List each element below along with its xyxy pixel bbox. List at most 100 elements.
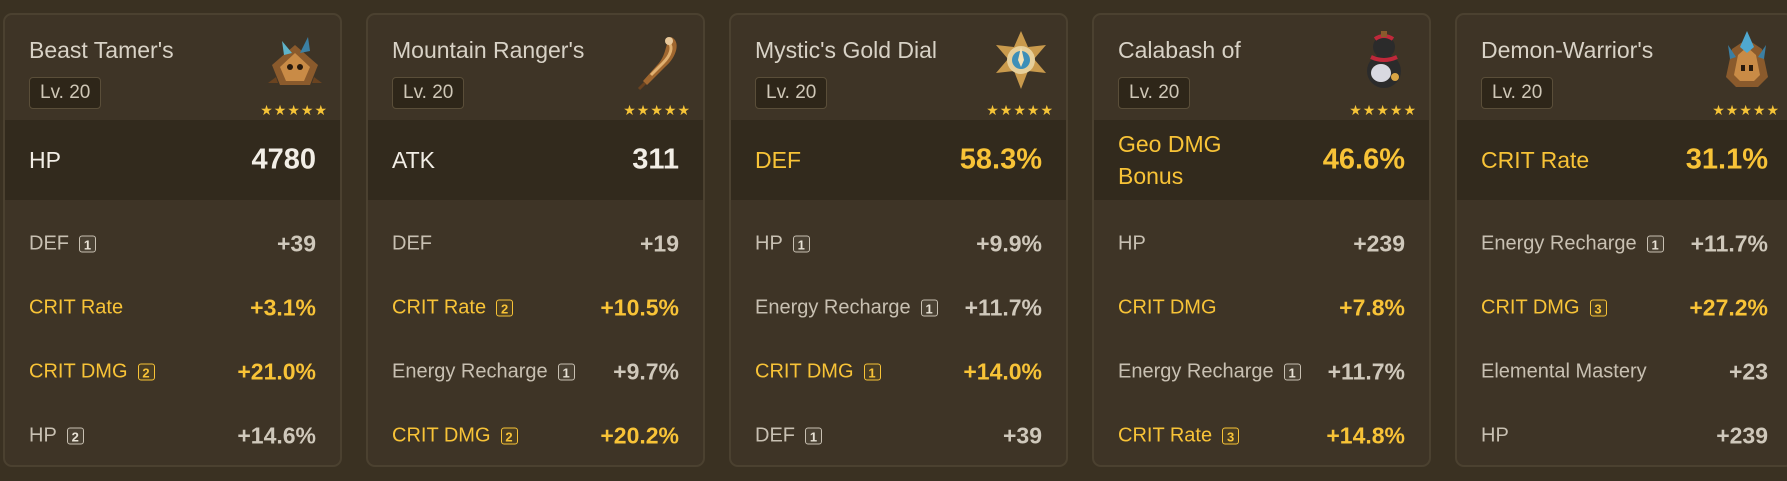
main-stat: DEF 58.3%	[731, 120, 1066, 200]
roll-count-badge: 1	[557, 363, 575, 381]
roll-count-badge: 3	[1222, 427, 1240, 445]
substat-row: CRIT Rate 3 +14.8%	[1094, 404, 1429, 465]
substat-value: +14.8%	[1326, 422, 1405, 449]
substat-name: DEF	[392, 232, 432, 255]
artifact-name: Mountain Ranger's	[392, 37, 585, 63]
main-stat-value: 31.1%	[1685, 143, 1768, 176]
roll-count-badge: 1	[805, 427, 822, 445]
substat-value: +3.1%	[250, 294, 316, 321]
substat-row: CRIT DMG 3 +27.2%	[1457, 276, 1787, 340]
artifact-card[interactable]: Mountain Ranger's Lv. 20 ★★★★★ ATK 311 D…	[366, 13, 705, 467]
substat-row: CRIT Rate 2 +10.5%	[368, 276, 703, 340]
roll-count-badge: 2	[496, 299, 514, 317]
substat-row: CRIT Rate +3.1%	[5, 276, 340, 340]
artifact-name: Beast Tamer's	[29, 37, 174, 63]
substat-name: Elemental Mastery	[1481, 360, 1647, 383]
substat-value: +239	[1353, 230, 1405, 257]
artifact-card[interactable]: Beast Tamer's Lv. 20 ★★★★★ HP 4780 DEF 1 …	[3, 13, 342, 467]
substat-name: CRIT DMG	[1118, 296, 1217, 319]
substat-name: HP 1	[755, 233, 810, 256]
artifact-name: Demon-Warrior's	[1481, 37, 1654, 63]
rarity-stars: ★★★★★	[260, 102, 328, 118]
substat-value: +11.7%	[1327, 358, 1405, 385]
roll-count-badge: 2	[66, 427, 84, 445]
substat-name: Energy Recharge 1	[1118, 361, 1301, 384]
substat-row: DEF 1 +39	[731, 404, 1066, 465]
substat-list: HP 1 +9.9% Energy Recharge 1 +11.7% CRIT D…	[731, 200, 1066, 465]
artifact-card[interactable]: Demon-Warrior's Lv. 20 ★★★★★ CRIT Rate 3…	[1455, 13, 1787, 467]
roll-count-badge: 3	[1589, 299, 1607, 317]
substat-value: +39	[276, 230, 316, 257]
roll-count-badge: 1	[1646, 235, 1664, 253]
substat-row: HP 2 +14.6%	[5, 404, 340, 465]
main-stat: ATK 311	[368, 120, 703, 200]
substat-name: HP	[1118, 232, 1146, 255]
substat-name: CRIT DMG 1	[755, 361, 881, 384]
substat-name: Energy Recharge 1	[1481, 233, 1664, 256]
substat-row: Energy Recharge 1 +9.7%	[368, 340, 703, 404]
substat-row: Energy Recharge 1 +11.7%	[731, 276, 1066, 340]
level-badge: Lv. 20	[755, 77, 828, 109]
substat-value: +19	[639, 230, 679, 257]
main-stat-value: 4780	[251, 143, 316, 176]
rarity-stars: ★★★★★	[1712, 102, 1780, 118]
card-header: Demon-Warrior's Lv. 20 ★★★★★	[1457, 15, 1787, 120]
calabash-goblet-icon	[1367, 31, 1401, 88]
substat-name: DEF 1	[755, 425, 822, 448]
rarity-stars: ★★★★★	[986, 102, 1054, 118]
gold-dial-sands-icon	[996, 31, 1046, 89]
substat-row: CRIT DMG 2 +21.0%	[5, 340, 340, 404]
main-stat-value: 46.6%	[1322, 143, 1405, 176]
roll-count-badge: 2	[500, 427, 518, 445]
substat-name: CRIT Rate 2	[392, 297, 514, 320]
level-badge: Lv. 20	[1481, 77, 1554, 109]
roll-count-badge: 1	[79, 235, 96, 253]
substat-value: +23	[1728, 358, 1768, 385]
substat-name: CRIT DMG 2	[29, 361, 155, 384]
substat-list: HP +239 CRIT DMG +7.8% Energy Recharge 1 …	[1094, 200, 1429, 465]
substat-name: HP	[1481, 424, 1509, 447]
substat-value: +21.0%	[237, 358, 316, 385]
substat-row: HP +239	[1457, 404, 1787, 465]
roll-count-badge: 2	[137, 363, 155, 381]
substat-name: HP 2	[29, 425, 84, 448]
roll-count-badge: 1	[792, 235, 810, 253]
rarity-stars: ★★★★★	[1349, 102, 1417, 118]
substat-name: Energy Recharge 1	[755, 297, 938, 320]
artifact-card[interactable]: Calabash of Lv. 20 ★★★★★ Geo DMG Bonus 4…	[1092, 13, 1431, 467]
substat-value: +27.2%	[1689, 294, 1768, 321]
substat-value: +14.0%	[963, 358, 1042, 385]
main-stat-name: CRIT Rate	[1481, 147, 1590, 173]
main-stat: HP 4780	[5, 120, 340, 200]
substat-value: +7.8%	[1339, 294, 1405, 321]
card-header: Mystic's Gold Dial Lv. 20 ★★★★★	[731, 15, 1066, 120]
substat-value: +9.7%	[613, 358, 679, 385]
roll-count-badge: 1	[1283, 363, 1301, 381]
rarity-stars: ★★★★★	[623, 102, 691, 118]
artifact-name: Calabash of	[1118, 37, 1241, 63]
substat-name: DEF 1	[29, 233, 96, 256]
substat-row: HP +239	[1094, 212, 1429, 276]
substat-row: Energy Recharge 1 +11.7%	[1094, 340, 1429, 404]
substat-value: +10.5%	[600, 294, 679, 321]
main-stat: CRIT Rate 31.1%	[1457, 120, 1787, 200]
substat-row: DEF 1 +39	[5, 212, 340, 276]
mountain-ranger-feather-icon	[637, 37, 677, 91]
roll-count-badge: 1	[920, 299, 938, 317]
substat-row: CRIT DMG 1 +14.0%	[731, 340, 1066, 404]
demon-warrior-circlet-icon	[1726, 31, 1768, 87]
substat-list: Energy Recharge 1 +11.7% CRIT DMG 3 +27.2%…	[1457, 200, 1787, 465]
main-stat-value: 58.3%	[959, 143, 1042, 176]
artifact-card[interactable]: Mystic's Gold Dial Lv. 20 ★★★★★ DEF 58.3…	[729, 13, 1068, 467]
substat-row: CRIT DMG 2 +20.2%	[368, 404, 703, 465]
substat-name: Energy Recharge 1	[392, 361, 575, 384]
substat-row: Elemental Mastery +23	[1457, 340, 1787, 404]
substat-row: Energy Recharge 1 +11.7%	[1457, 212, 1787, 276]
substat-row: HP 1 +9.9%	[731, 212, 1066, 276]
main-stat: Geo DMG Bonus 46.6%	[1094, 120, 1429, 200]
main-stat-name: Geo DMG Bonus	[1118, 131, 1222, 189]
substat-value: +9.9%	[976, 230, 1042, 257]
roll-count-badge: 1	[863, 363, 881, 381]
substat-value: +11.7%	[964, 294, 1042, 321]
substat-name: CRIT Rate 3	[1118, 425, 1240, 448]
